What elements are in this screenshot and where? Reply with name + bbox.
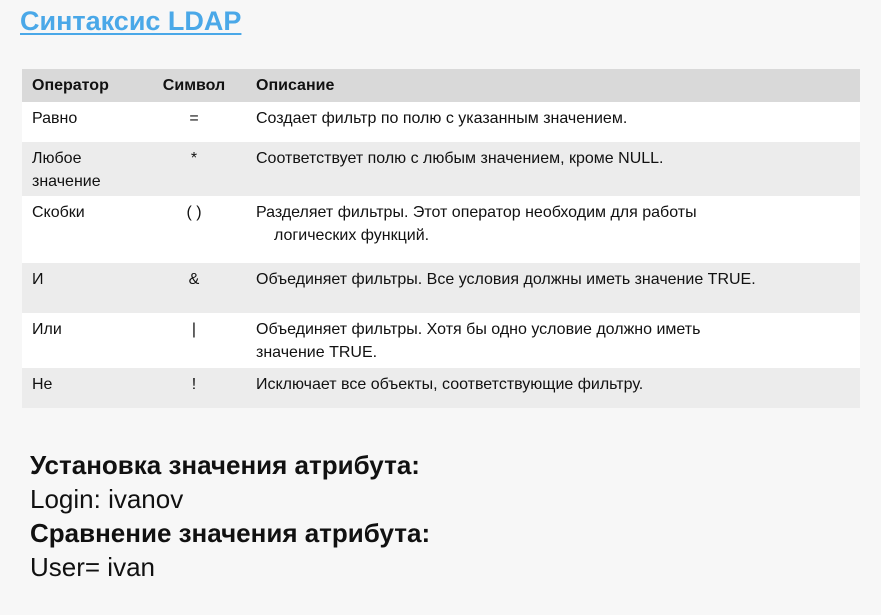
cell-operator: Или xyxy=(22,313,142,368)
cell-symbol: * xyxy=(142,142,246,196)
cell-symbol: & xyxy=(142,263,246,313)
cell-description: Исключает все объекты, соответствующие ф… xyxy=(246,368,860,408)
table-row: Или | Объединяет фильтры. Хотя бы одно у… xyxy=(22,313,860,368)
compare-attribute-example: User= ivan xyxy=(30,552,155,582)
cell-symbol: | xyxy=(142,313,246,368)
page-title: Синтаксис LDAP xyxy=(20,6,242,36)
cell-description: Объединяет фильтры. Все условия должны и… xyxy=(246,263,860,313)
table-row: И & Объединяет фильтры. Все условия долж… xyxy=(22,263,860,313)
table-header-row: Оператор Символ Описание xyxy=(22,69,860,102)
header-description: Описание xyxy=(246,69,860,102)
cell-operator: Равно xyxy=(22,102,142,142)
description-text: Объединяет фильтры. Все условия должны и… xyxy=(256,271,756,288)
cell-symbol: ! xyxy=(142,368,246,408)
description-text-cont: логических функций. xyxy=(274,227,430,244)
cell-description: Разделяет фильтры. Этот оператор необход… xyxy=(246,196,860,263)
attribute-notes: Установка значения атрибута: Login: ivan… xyxy=(30,448,430,584)
description-text: Разделяет фильтры. Этот оператор необход… xyxy=(256,204,697,221)
cell-operator: Скобки xyxy=(22,196,142,263)
table-row: Любое значение * Соответствует полю с лю… xyxy=(22,142,860,196)
table-row: Скобки ( ) Разделяет фильтры. Этот опера… xyxy=(22,196,860,263)
description-text: Соответствует полю с любым значением, кр… xyxy=(256,150,664,167)
ldap-operators-table: Оператор Символ Описание Равно = Создает… xyxy=(22,69,860,408)
cell-operator: Любое значение xyxy=(22,142,142,196)
description-text: Создает фильтр по полю с указанным значе… xyxy=(256,110,628,127)
cell-description: Объединяет фильтры. Хотя бы одно условие… xyxy=(246,313,860,368)
table-row: Равно = Создает фильтр по полю с указанн… xyxy=(22,102,860,142)
compare-attribute-heading: Сравнение значения атрибута: xyxy=(30,518,431,548)
description-text: Исключает все объекты, соответствующие ф… xyxy=(256,376,644,393)
cell-description: Создает фильтр по полю с указанным значе… xyxy=(246,102,860,142)
cell-operator: Не xyxy=(22,368,142,408)
set-attribute-example: Login: ivanov xyxy=(30,484,184,514)
description-text: Объединяет фильтры. Хотя бы одно условие… xyxy=(256,321,701,338)
cell-symbol: ( ) xyxy=(142,196,246,263)
set-attribute-heading: Установка значения атрибута: xyxy=(30,450,420,480)
header-operator: Оператор xyxy=(22,69,142,102)
table-row: Не ! Исключает все объекты, соответствую… xyxy=(22,368,860,408)
cell-description: Соответствует полю с любым значением, кр… xyxy=(246,142,860,196)
header-symbol: Символ xyxy=(142,69,246,102)
cell-symbol: = xyxy=(142,102,246,142)
cell-operator: И xyxy=(22,263,142,313)
description-text-cont: значение TRUE. xyxy=(256,344,378,361)
